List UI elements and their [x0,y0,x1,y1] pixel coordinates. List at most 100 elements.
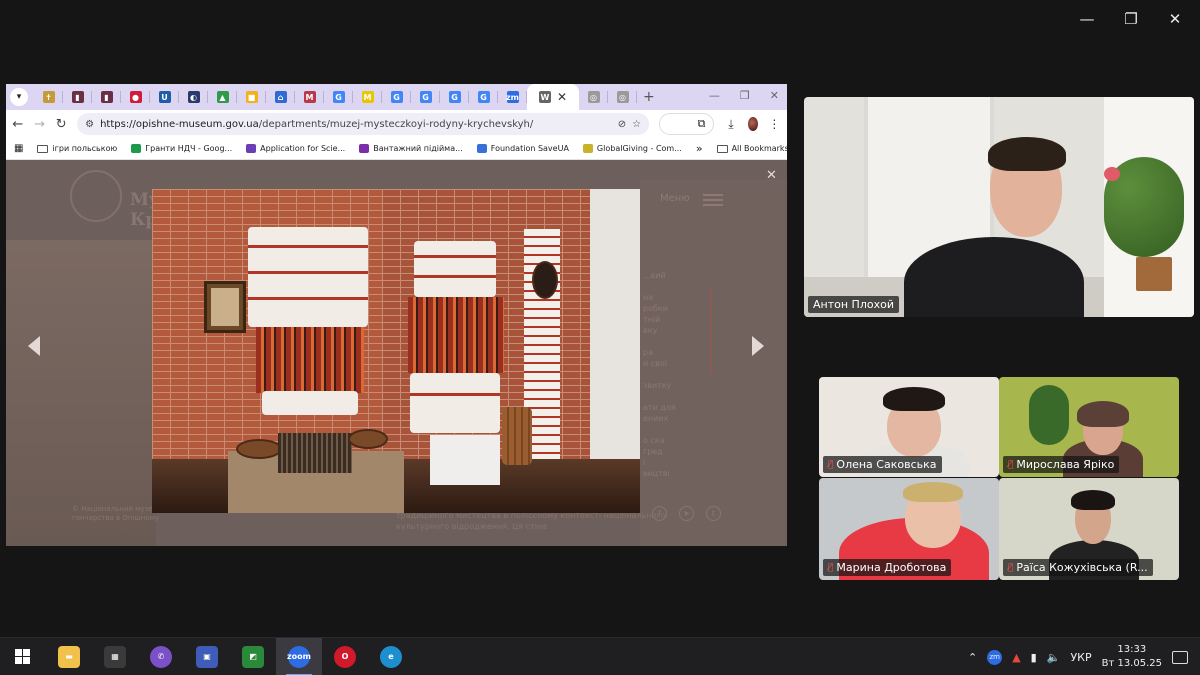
zoom-tray-icon[interactable]: zm [987,649,1003,665]
taskbar-app-calculator[interactable]: ▦ [92,638,138,675]
back-button[interactable]: ← [12,117,24,132]
zoom-icon: zoom [287,645,311,668]
browser-tab[interactable]: ◐ [179,84,208,110]
video-tile-olena[interactable]: 🎙̸ Олена Саковська [819,377,999,477]
browser-tab[interactable]: ✝ [34,84,63,110]
bookmark-item[interactable]: GlobalGiving - Com... [582,144,682,153]
taskbar-app-office-app[interactable]: ◩ [230,638,276,675]
bookmark-item[interactable]: Гранти НДЧ - Goog... [131,144,232,153]
browser-tab[interactable]: ● [121,84,150,110]
url-text[interactable]: https://opishne-museum.gov.ua/department… [100,119,612,130]
twitter-icon[interactable]: t [706,506,721,521]
tab-icon-slides: ■ [245,91,258,103]
close-button[interactable]: ✕ [1164,10,1186,28]
browser-tab[interactable]: ◎ [608,84,637,110]
tabs: ✝ ▮ ▮ ● U ◐ ▲ ■ ⌂ M G M G G G Gzm W ✕ ◎ ◎ [34,84,637,110]
bookmark-item[interactable]: Application for Scie... [246,144,345,153]
menu-label[interactable]: Меню [660,193,690,204]
browser-tab[interactable]: W ✕ [527,84,579,110]
tab-icon-halfcircle: ◐ [187,91,200,103]
tab-icon-book: ▮ [100,91,113,103]
site-info-icon[interactable]: ⚙ [85,119,94,130]
framed-picture [204,281,246,333]
video-tile-raisa[interactable]: 🎙̸ Раїса Кожухівська (R... [999,478,1179,580]
hamburger-icon[interactable] [703,194,723,206]
taskbar-app-opera[interactable]: O [322,638,368,675]
all-bookmarks-folder[interactable]: All Bookmarks [716,144,787,153]
minimize-button[interactable]: — [1076,10,1098,28]
tab-icon-m-yellow: M [361,91,374,103]
clock[interactable]: 13:33 Вт 13.05.25 [1102,643,1162,671]
browser-tab[interactable]: ▲ [208,84,237,110]
folder-icon [37,144,49,153]
new-tab-button[interactable]: + [643,89,655,105]
bookmark-item[interactable]: Вантажний підійма... [359,144,463,153]
apps-grid-icon[interactable]: ▦ [14,143,23,154]
taskbar-app-viber[interactable]: ✆ [138,638,184,675]
browser-tab[interactable]: ■ [237,84,266,110]
browser-tab[interactable]: ⌂ [266,84,295,110]
browser-tab[interactable]: U [150,84,179,110]
extensions-icon[interactable]: ⧉ [698,117,706,131]
bookmark-star-icon[interactable]: ☆ [632,119,641,130]
browser-tab[interactable]: ▮ [63,84,92,110]
browser-tab[interactable]: ◎ [579,84,608,110]
bookmark-favicon-icon [359,144,370,153]
browser-tab[interactable]: G [469,84,498,110]
forward-button[interactable]: → [34,117,46,132]
bookmark-favicon-icon [246,144,257,153]
browser-tab[interactable]: G [411,84,440,110]
browser-tab[interactable]: G [440,84,469,110]
bookmark-label: ігри польською [52,144,118,153]
taskbar-app-file-explorer[interactable]: ▬ [46,638,92,675]
video-tile-main[interactable]: Антон Плохой [804,97,1194,317]
tab-search-button[interactable]: ▾ [10,88,28,106]
notification-icon[interactable] [1172,650,1188,664]
browser-tab[interactable]: M [295,84,324,110]
tab-icon-japan: ● [129,91,142,103]
browser-tab[interactable]: ▮ [92,84,121,110]
address-bar[interactable]: ⚙ https://opishne-museum.gov.ua/departme… [77,113,650,135]
tab-close-icon[interactable]: ✕ [557,90,567,104]
museum-logo[interactable] [70,170,122,222]
start-button[interactable] [0,638,44,675]
facebook-icon[interactable]: f [652,506,667,521]
browser-tab[interactable]: M [353,84,382,110]
more-menu-icon[interactable]: ⋮ [768,117,781,131]
app-tray-icon[interactable]: ▲ [1012,651,1020,664]
restore-button[interactable]: ❐ [1120,10,1142,28]
language-indicator[interactable]: УКР [1070,651,1091,664]
browser-restore-button[interactable]: ❐ [740,89,750,102]
taskbar-app-save-app[interactable]: ▣ [184,638,230,675]
bookmark-item[interactable]: Foundation SaveUA [476,144,569,153]
video-tile-maryna[interactable]: 🎙̸ Марина Дроботова [819,478,999,580]
lightbox-prev-arrow[interactable] [28,336,40,356]
tab-icon-google: G [419,91,432,103]
aprons-left [262,391,358,415]
decorative-plate [532,261,558,299]
browser-minimize-button[interactable]: — [709,89,720,102]
extensions-area: ⧉ [659,113,715,135]
taskbar-app-edge[interactable]: e [368,638,414,675]
volume-icon[interactable]: 🔈 [1047,651,1061,664]
bookmark-item[interactable]: ігри польською [37,144,117,153]
clock-date: Вт 13.05.25 [1101,658,1162,669]
bookmarks-overflow[interactable]: » [696,142,703,155]
show-hidden-icons[interactable]: ⌃ [968,651,977,664]
lightbox-image[interactable] [152,189,640,513]
video-tile-myroslava[interactable]: 🎙̸ Мирослава Ярiко [999,377,1179,477]
browser-tab[interactable]: zm [498,84,527,110]
eye-off-icon[interactable]: ⊘ [618,119,626,130]
lightbox-close-button[interactable]: ✕ [766,168,777,183]
usb-icon[interactable]: ▮ [1031,651,1037,664]
lightbox-next-arrow[interactable] [752,336,764,356]
reload-button[interactable]: ↻ [55,117,67,132]
download-icon[interactable]: ⤓ [724,117,737,132]
browser-tab[interactable]: G [382,84,411,110]
profile-avatar[interactable] [747,117,758,131]
taskbar-app-zoom[interactable]: zoom [276,637,322,675]
telegram-icon[interactable]: ➤ [679,506,694,521]
basket-1 [236,439,282,459]
browser-close-button[interactable]: ✕ [770,89,779,102]
browser-tab[interactable]: G [324,84,353,110]
